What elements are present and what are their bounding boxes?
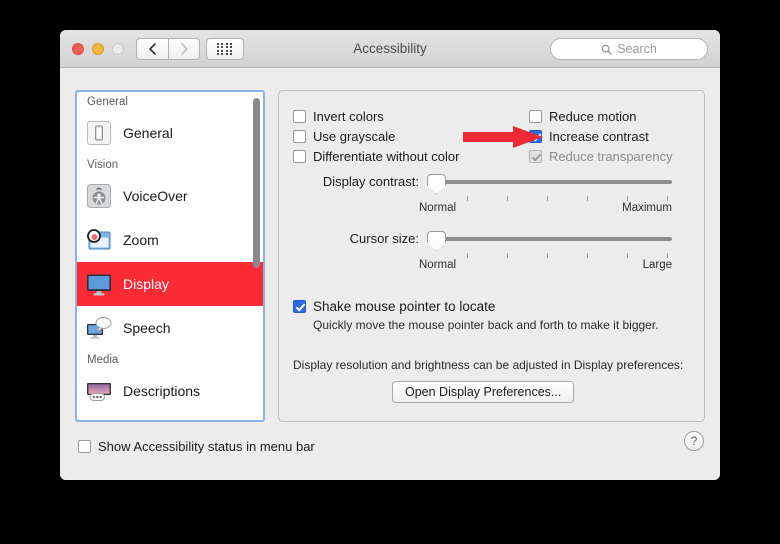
- checkbox-label: Increase contrast: [549, 128, 649, 144]
- slider-max-label: Maximum: [622, 202, 672, 214]
- checkbox-box: [529, 149, 542, 163]
- slider-min-label: Normal: [419, 202, 457, 214]
- sidebar-item-label: Descriptions: [123, 383, 201, 399]
- help-button[interactable]: ?: [684, 431, 704, 451]
- slider-thumb[interactable]: [427, 174, 446, 194]
- sidebar-group-vision: Vision: [87, 159, 119, 171]
- checkbox-label: Reduce motion: [549, 108, 637, 124]
- shake-hint-text: Quickly move the mouse pointer back and …: [313, 318, 659, 332]
- voiceover-icon: [85, 182, 113, 210]
- zoom-magnifier-icon: [85, 226, 113, 254]
- slider-thumb[interactable]: [427, 231, 446, 251]
- sidebar-group-general: General: [87, 96, 128, 108]
- minimize-button[interactable]: [92, 43, 104, 55]
- checkbox-reduce-transparency: Reduce transparency: [529, 146, 673, 166]
- window-titlebar: Accessibility Search: [60, 30, 720, 68]
- sidebar-item-zoom[interactable]: Zoom: [77, 218, 263, 262]
- sidebar-item-label: VoiceOver: [123, 188, 188, 204]
- checkbox-increase-contrast[interactable]: Increase contrast: [529, 126, 673, 146]
- speech-bubble-icon: [85, 314, 113, 342]
- slider-end-labels: Normal Maximum: [419, 202, 672, 214]
- checkbox-label: Show Accessibility status in menu bar: [98, 438, 315, 454]
- sidebar-item-descriptions[interactable]: Descriptions: [77, 369, 263, 413]
- preferences-window: Accessibility Search General General Vis…: [60, 30, 720, 480]
- checkbox-invert-colors[interactable]: Invert colors: [293, 106, 459, 126]
- sidebar-item-display[interactable]: Display: [77, 262, 263, 306]
- open-display-preferences-button[interactable]: Open Display Preferences...: [392, 381, 575, 403]
- checkbox-shake-mouse-pointer[interactable]: Shake mouse pointer to locate: [293, 296, 495, 316]
- checkbox-label: Invert colors: [313, 108, 384, 124]
- window-body: General General Vision VoiceOver Zoom Di…: [60, 68, 720, 480]
- slider-track[interactable]: [427, 180, 672, 184]
- captions-icon: [85, 421, 113, 422]
- slider-track[interactable]: [427, 237, 672, 241]
- checkbox-column-right: Reduce motion Increase contrast Reduce t…: [529, 106, 673, 166]
- checkbox-label: Reduce transparency: [549, 148, 673, 164]
- search-icon: [601, 44, 612, 55]
- checkbox-box[interactable]: [293, 149, 306, 163]
- checkbox-use-grayscale[interactable]: Use grayscale: [293, 126, 459, 146]
- sidebar-item-voiceover[interactable]: VoiceOver: [77, 174, 263, 218]
- sidebar-scrollbar-thumb[interactable]: [253, 98, 260, 268]
- slider-max-label: Large: [642, 259, 672, 271]
- category-sidebar[interactable]: General General Vision VoiceOver Zoom Di…: [75, 90, 265, 422]
- checkbox-differentiate-without-color[interactable]: Differentiate without color: [293, 146, 459, 166]
- checkbox-box[interactable]: [293, 129, 306, 143]
- search-input[interactable]: Search: [550, 38, 708, 60]
- sidebar-item-general[interactable]: General: [77, 111, 263, 155]
- chevron-left-icon: [149, 43, 156, 55]
- sidebar-item-captions[interactable]: Captions: [77, 413, 263, 422]
- checkbox-label: Differentiate without color: [313, 148, 460, 164]
- checkbox-box[interactable]: [78, 439, 91, 453]
- close-button[interactable]: [72, 43, 84, 55]
- resolution-hint-text: Display resolution and brightness can be…: [293, 358, 684, 372]
- slider-label: Cursor size:: [349, 231, 419, 246]
- checkbox-reduce-motion[interactable]: Reduce motion: [529, 106, 673, 126]
- sidebar-group-media: Media: [87, 354, 119, 366]
- chevron-right-icon: [180, 43, 188, 55]
- slider-end-labels: Normal Large: [419, 259, 672, 271]
- sidebar-scrollbar[interactable]: [253, 98, 260, 414]
- slider-ticks: [427, 196, 672, 201]
- annotation-arrow-icon: [463, 126, 543, 148]
- slider-min-label: Normal: [419, 259, 457, 271]
- show-all-grid-icon: [216, 42, 233, 56]
- sidebar-item-label: Display: [123, 276, 169, 292]
- checkbox-box[interactable]: [529, 109, 542, 123]
- slider-ticks: [427, 253, 672, 258]
- zoom-button[interactable]: [112, 43, 124, 55]
- sidebar-item-speech[interactable]: Speech: [77, 306, 263, 350]
- checkbox-column-left: Invert colors Use grayscale Differentiat…: [293, 106, 459, 166]
- show-all-button[interactable]: [206, 38, 244, 60]
- back-button[interactable]: [136, 38, 168, 60]
- navigation-buttons: [136, 38, 200, 60]
- sidebar-item-label: General: [123, 125, 173, 141]
- sidebar-item-label: Speech: [123, 320, 171, 336]
- toggle-switch-icon: [85, 119, 113, 147]
- checkbox-box[interactable]: [293, 299, 306, 313]
- checkbox-label: Use grayscale: [313, 128, 396, 144]
- checkbox-label: Shake mouse pointer to locate: [313, 298, 496, 314]
- checkbox-show-accessibility-status[interactable]: Show Accessibility status in menu bar: [78, 436, 315, 456]
- search-placeholder: Search: [617, 42, 657, 56]
- checkbox-box[interactable]: [293, 109, 306, 123]
- descriptions-icon: [85, 377, 113, 405]
- display-monitor-icon: [85, 270, 113, 298]
- slider-label: Display contrast:: [322, 174, 419, 189]
- forward-button[interactable]: [168, 38, 200, 60]
- sidebar-item-label: Zoom: [123, 232, 159, 248]
